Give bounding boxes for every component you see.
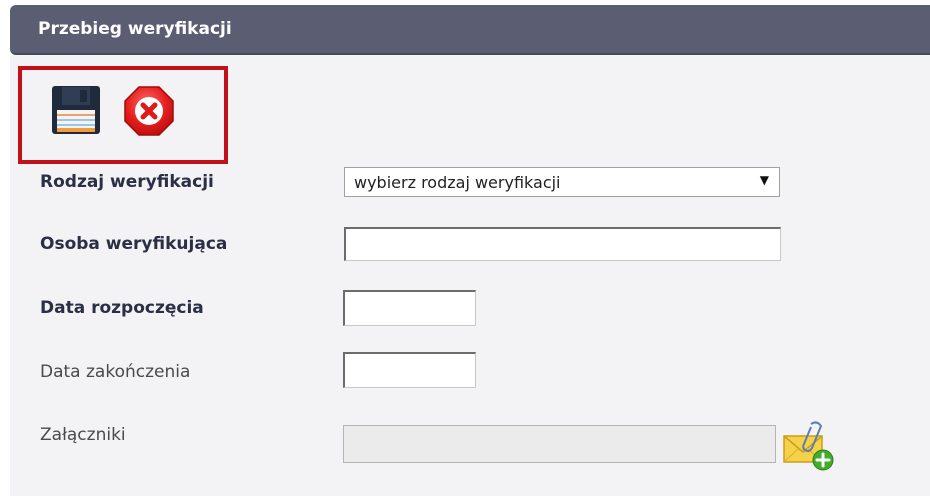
start-date-input[interactable] (343, 290, 476, 326)
end-date-label: Data zakończenia (40, 362, 191, 382)
section-header: Przebieg weryfikacji (10, 5, 930, 55)
verification-type-select[interactable]: wybierz rodzaj weryfikacji ▼ (344, 167, 780, 197)
end-date-input[interactable] (343, 352, 476, 388)
red-octagon-x-icon (124, 86, 174, 136)
start-date-label: Data rozpoczęcia (40, 298, 204, 318)
envelope-paperclip-add-icon (783, 421, 834, 471)
floppy-disk-icon (52, 86, 100, 134)
save-button[interactable] (50, 84, 102, 136)
section-title: Przebieg weryfikacji (38, 19, 232, 39)
attachments-label: Załączniki (40, 425, 126, 445)
cancel-button[interactable] (122, 84, 176, 138)
attachments-field (343, 425, 776, 463)
verification-type-label: Rodzaj weryfikacji (40, 172, 214, 192)
verifier-label: Osoba weryfikująca (40, 234, 228, 254)
verifier-input[interactable] (344, 227, 781, 261)
verification-type-selected-value: wybierz rodzaj weryfikacji (354, 173, 561, 192)
add-attachment-button[interactable] (782, 420, 836, 472)
dropdown-arrow-icon: ▼ (759, 173, 769, 187)
